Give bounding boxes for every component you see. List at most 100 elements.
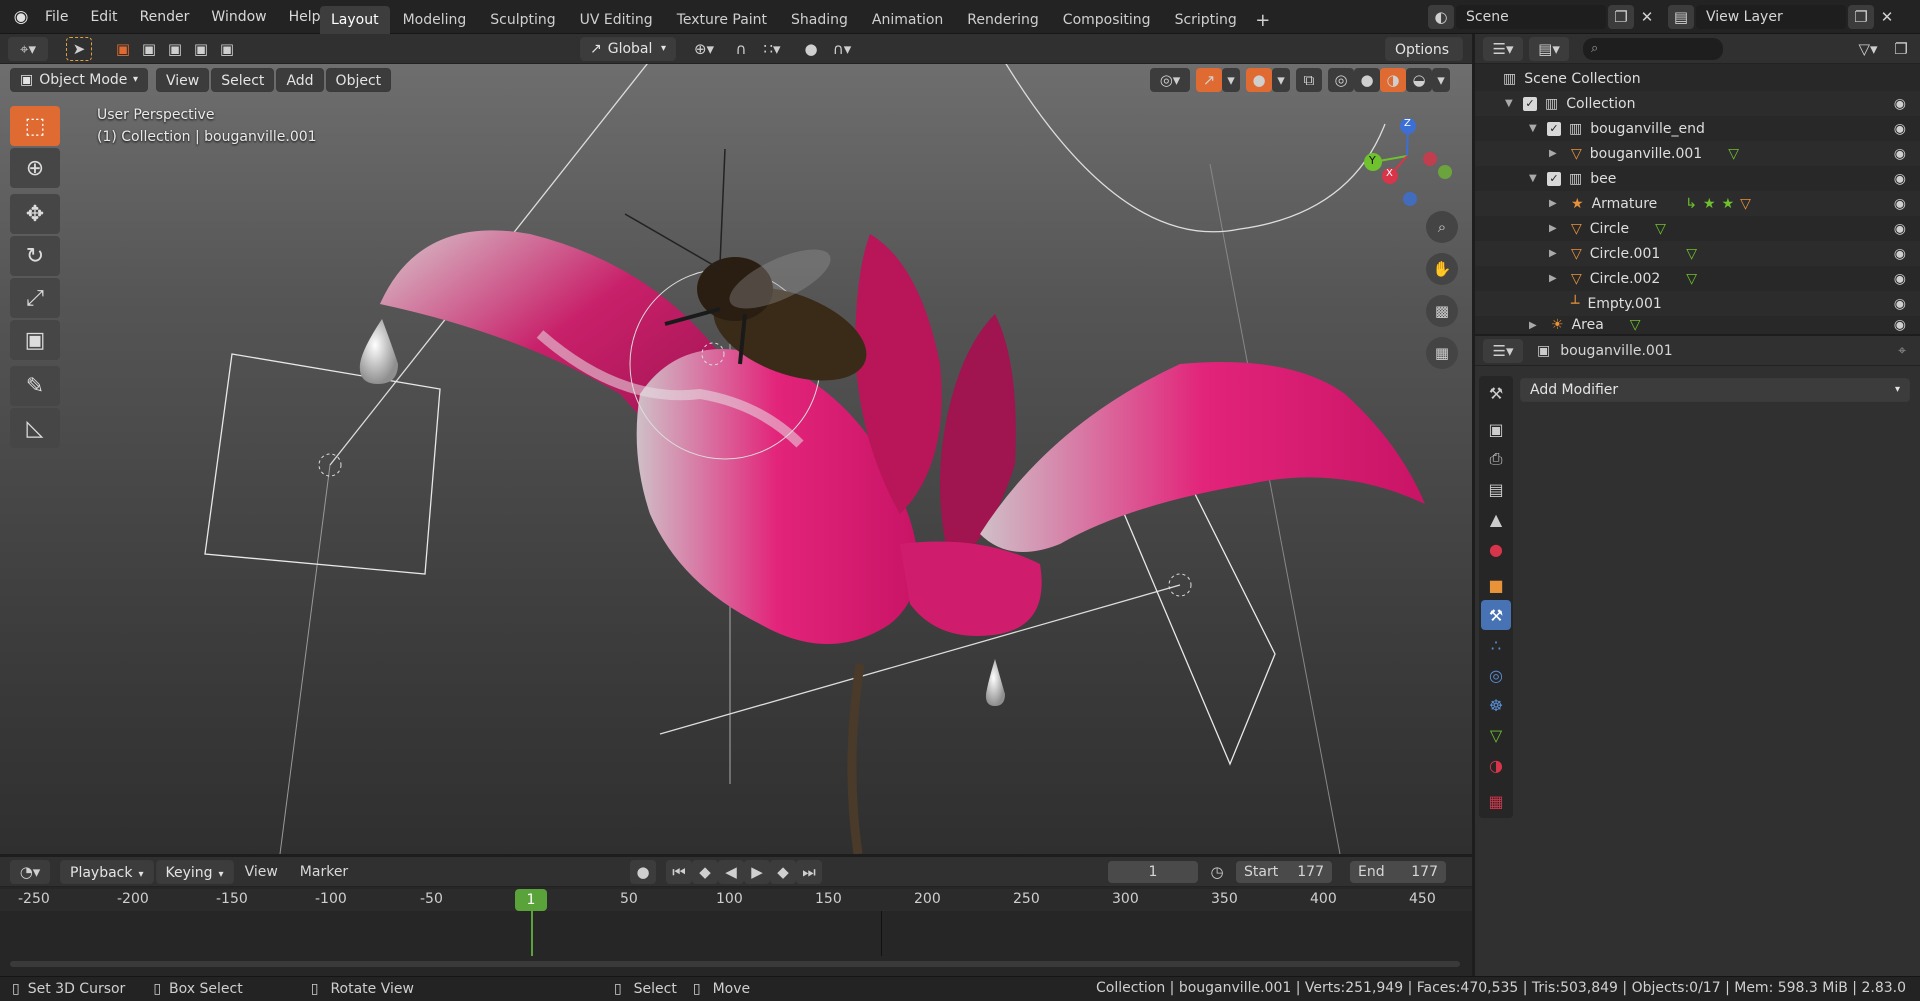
- outliner-row-armature[interactable]: ▶ ★ Armature ↳★★ ▽ ◉: [1475, 191, 1920, 216]
- navigation-gizmo[interactable]: Z Y X: [1355, 104, 1460, 209]
- falloff-icon[interactable]: ∩▾: [824, 37, 860, 61]
- jump-end-icon[interactable]: ⏭: [796, 860, 822, 884]
- menu-render[interactable]: Render: [129, 0, 201, 34]
- tool-tab-icon[interactable]: ⚒: [1481, 378, 1511, 408]
- end-frame-field[interactable]: End 177: [1350, 861, 1446, 883]
- eye-icon[interactable]: ◉: [1894, 246, 1906, 262]
- add-modifier-dropdown[interactable]: Add Modifier ▾: [1520, 378, 1910, 402]
- modifier-tab-icon[interactable]: ⚒: [1481, 600, 1511, 630]
- annotate-icon[interactable]: ✎: [10, 366, 60, 406]
- add-workspace-icon[interactable]: +: [1250, 8, 1276, 32]
- render-tab-icon[interactable]: ▣: [1481, 414, 1511, 444]
- stopwatch-icon[interactable]: ◷: [1204, 860, 1230, 884]
- tab-uv-editing[interactable]: UV Editing: [569, 6, 664, 34]
- zoom-icon[interactable]: ⌕: [1426, 211, 1458, 243]
- xray-icon[interactable]: ⧉: [1296, 68, 1322, 92]
- select-invert-icon[interactable]: ▣: [188, 37, 214, 61]
- wireframe-shading-icon[interactable]: ◎: [1328, 68, 1354, 92]
- transform-orientation-dropdown[interactable]: ↗ Global ▾: [580, 37, 676, 61]
- expand-arrow-icon[interactable]: ▼: [1529, 173, 1543, 184]
- menu-file[interactable]: File: [34, 0, 79, 34]
- editor-type-icon[interactable]: ⌖▾: [8, 37, 48, 61]
- collection-checkbox[interactable]: ✓: [1547, 121, 1561, 136]
- scale-icon[interactable]: ⤢: [10, 278, 60, 318]
- world-tab-icon[interactable]: ●: [1481, 534, 1511, 564]
- options-dropdown[interactable]: Options ▾: [1385, 37, 1463, 81]
- outliner-row-collection[interactable]: ▼ ✓ ▥ Collection ◉: [1475, 91, 1920, 116]
- play-icon[interactable]: ▶: [744, 860, 770, 884]
- expand-arrow-icon[interactable]: ▶: [1529, 320, 1543, 331]
- outliner-row-circle-002[interactable]: ▶ ▽ Circle.002 ▽ ◉: [1475, 266, 1920, 291]
- tab-layout[interactable]: Layout: [320, 6, 390, 34]
- expand-arrow-icon[interactable]: ▶: [1549, 198, 1563, 209]
- outliner-row-scene-collection[interactable]: ▥ Scene Collection: [1475, 66, 1920, 91]
- tab-compositing[interactable]: Compositing: [1052, 6, 1162, 34]
- playback-menu[interactable]: Playback ▾: [60, 859, 154, 884]
- menu-edit[interactable]: Edit: [79, 0, 128, 34]
- outliner-row-circle-001[interactable]: ▶ ▽ Circle.001 ▽ ◉: [1475, 241, 1920, 266]
- move-icon[interactable]: ✥: [10, 194, 60, 234]
- next-keyframe-icon[interactable]: ◆: [770, 860, 796, 884]
- eye-icon[interactable]: ◉: [1894, 296, 1906, 312]
- chevron-down-icon[interactable]: ▾: [1272, 68, 1290, 92]
- display-mode-icon[interactable]: ▤▾: [1529, 36, 1569, 61]
- playhead[interactable]: 1: [515, 889, 547, 911]
- new-collection-icon[interactable]: ❐: [1888, 37, 1914, 61]
- outliner-row-bouganville-001[interactable]: ▶ ▽ bouganville.001 ▽ ◉: [1475, 141, 1920, 166]
- outliner-row-circle[interactable]: ▶ ▽ Circle ▽ ◉: [1475, 216, 1920, 241]
- rendered-shading-icon[interactable]: ◒: [1406, 68, 1432, 92]
- view-layer-icon[interactable]: ▤: [1668, 5, 1694, 29]
- camera-view-icon[interactable]: ▩: [1426, 295, 1458, 327]
- tab-animation[interactable]: Animation: [861, 6, 954, 34]
- snap-toggle-icon[interactable]: ∩: [728, 37, 754, 61]
- select-extend-icon[interactable]: ▣: [136, 37, 162, 61]
- eye-icon[interactable]: ◉: [1894, 146, 1906, 162]
- timeline-editor-icon[interactable]: ◔▾: [10, 859, 50, 884]
- eye-icon[interactable]: ◉: [1894, 171, 1906, 187]
- tab-scripting[interactable]: Scripting: [1164, 6, 1248, 34]
- material-shading-icon[interactable]: ◑: [1380, 68, 1406, 92]
- select-menu[interactable]: Select: [211, 68, 275, 92]
- delete-scene-icon[interactable]: ✕: [1634, 5, 1660, 29]
- object-tab-icon[interactable]: ■: [1481, 570, 1511, 600]
- expand-arrow-icon[interactable]: ▼: [1529, 123, 1543, 134]
- select-tool-icon[interactable]: ➤: [66, 37, 92, 61]
- delete-view-layer-icon[interactable]: ✕: [1874, 5, 1900, 29]
- transform-icon[interactable]: ▣: [10, 320, 60, 360]
- collection-checkbox[interactable]: ✓: [1547, 171, 1561, 186]
- blender-logo-icon[interactable]: ◉: [8, 5, 34, 29]
- view-layer-field[interactable]: View Layer: [1696, 5, 1846, 29]
- pin-icon[interactable]: ⌖: [1898, 343, 1906, 359]
- eye-icon[interactable]: ◉: [1894, 96, 1906, 112]
- eye-icon[interactable]: ◉: [1894, 121, 1906, 137]
- properties-editor-icon[interactable]: ☰▾: [1483, 338, 1523, 363]
- cursor-icon[interactable]: ⊕: [10, 148, 60, 188]
- jump-start-icon[interactable]: ⏮: [666, 860, 692, 884]
- particles-tab-icon[interactable]: ∴: [1481, 630, 1511, 660]
- frame-ruler[interactable]: -250 -200 -150 -100 -50 1 50 100 150 200…: [0, 889, 1472, 911]
- view-layer-tab-icon[interactable]: ▤: [1481, 474, 1511, 504]
- tab-texture-paint[interactable]: Texture Paint: [666, 6, 778, 34]
- scene-field[interactable]: Scene: [1456, 5, 1606, 29]
- outliner-row-empty-001[interactable]: ┴ Empty.001 ◉: [1475, 291, 1920, 316]
- expand-arrow-icon[interactable]: ▶: [1549, 273, 1563, 284]
- select-new-icon[interactable]: ▣: [110, 37, 136, 61]
- expand-arrow-icon[interactable]: ▶: [1549, 223, 1563, 234]
- scene-tab-icon[interactable]: ▲: [1481, 504, 1511, 534]
- tab-modeling[interactable]: Modeling: [392, 6, 478, 34]
- menu-window[interactable]: Window: [200, 0, 277, 34]
- new-view-layer-icon[interactable]: ❐: [1848, 5, 1874, 29]
- shading-options-icon[interactable]: ▾: [1432, 68, 1450, 92]
- marker-menu[interactable]: Marker: [289, 857, 359, 887]
- filter-icon[interactable]: ▽▾: [1848, 37, 1888, 61]
- play-reverse-icon[interactable]: ◀: [718, 860, 744, 884]
- outliner-row-bee[interactable]: ▼ ✓ ▥ bee ◉: [1475, 166, 1920, 191]
- start-frame-field[interactable]: Start 177: [1236, 861, 1332, 883]
- snap-target-icon[interactable]: ∷▾: [754, 37, 790, 61]
- gizmo-toggle-icon[interactable]: ↗: [1196, 68, 1222, 92]
- tab-shading[interactable]: Shading: [780, 6, 859, 34]
- collection-checkbox[interactable]: ✓: [1523, 96, 1537, 111]
- texture-tab-icon[interactable]: ▦: [1481, 786, 1511, 816]
- select-subtract-icon[interactable]: ▣: [162, 37, 188, 61]
- eye-icon[interactable]: ◉: [1894, 221, 1906, 237]
